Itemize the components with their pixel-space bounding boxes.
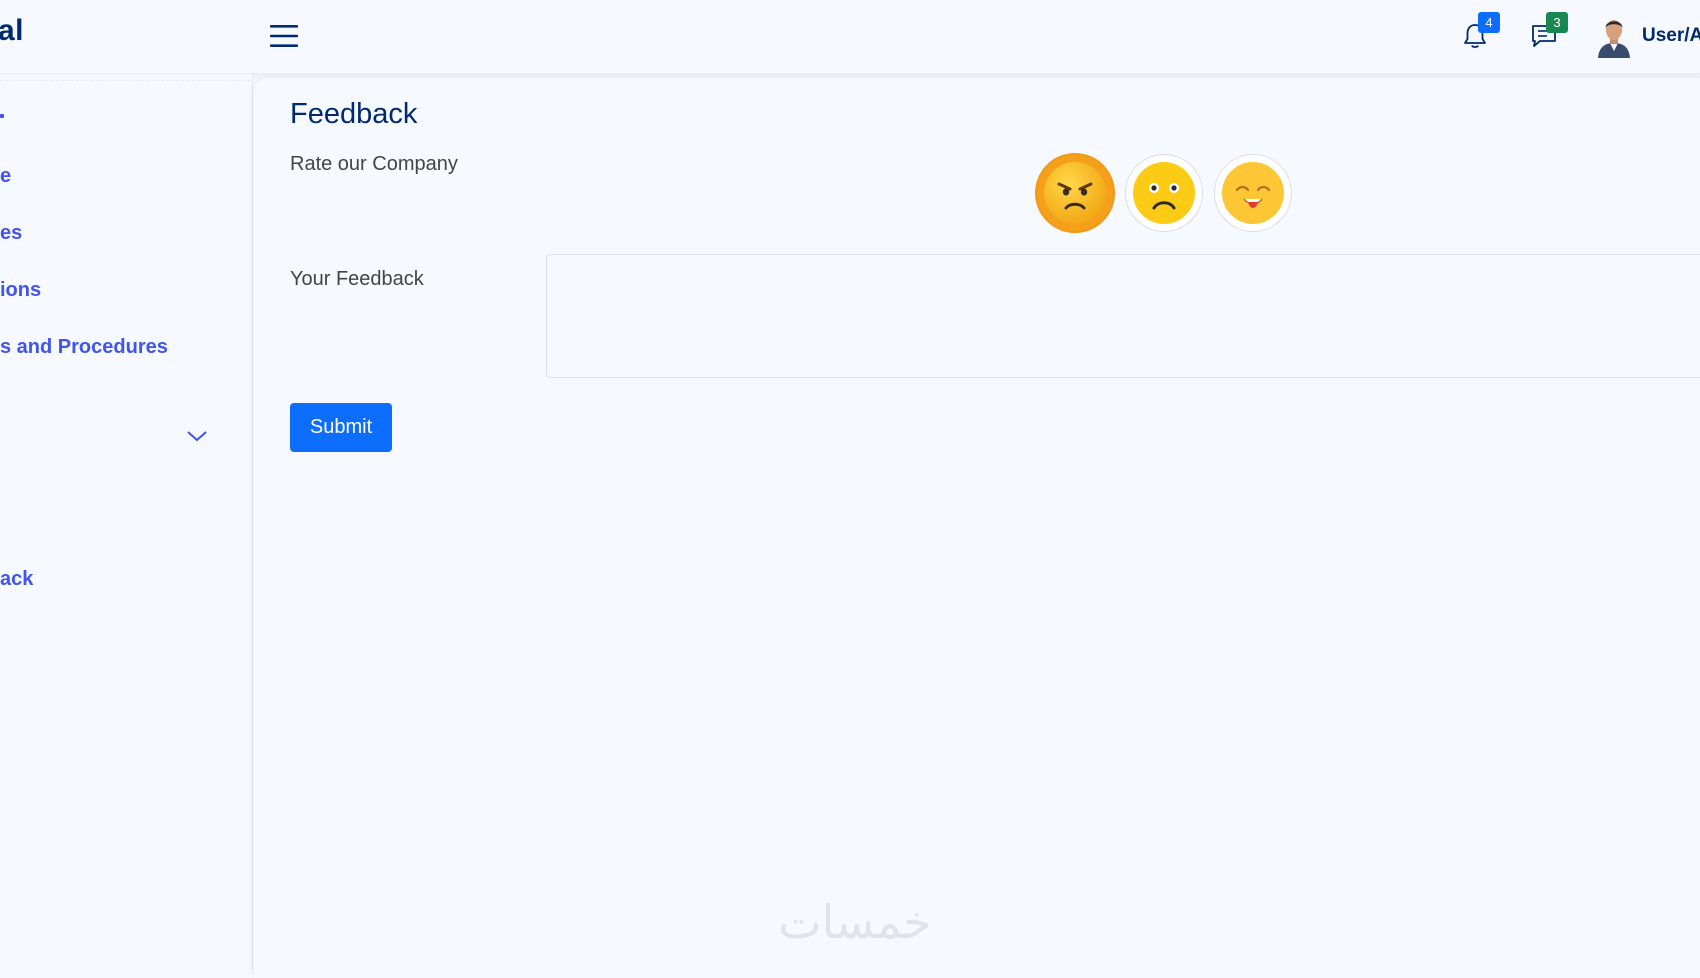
- happy-face-icon: [1222, 162, 1284, 224]
- menu-icon: [270, 25, 298, 47]
- top-header: al 4 3 User/A: [0, 0, 1700, 74]
- sidebar-item-policies[interactable]: s and Procedures: [0, 336, 168, 359]
- submit-button[interactable]: Submit: [290, 403, 392, 452]
- messages-badge: 3: [1546, 12, 1568, 33]
- feedback-textarea[interactable]: [546, 254, 1700, 378]
- angry-face-icon: [1044, 162, 1106, 224]
- sidebar-item-2[interactable]: es: [0, 222, 22, 245]
- sad-face-icon: [1133, 162, 1195, 224]
- main-content: Feedback Rate our Company Your Feedback …: [254, 78, 1700, 978]
- page-title: Feedback: [290, 98, 418, 130]
- rating-angry-button[interactable]: [1035, 153, 1115, 233]
- profile-name: User/A: [1642, 25, 1700, 46]
- rate-label: Rate our Company: [290, 153, 458, 175]
- rating-happy-button[interactable]: [1214, 154, 1292, 232]
- sidebar-item-feedback[interactable]: ack: [0, 568, 33, 591]
- avatar: [1598, 20, 1630, 58]
- notifications-button[interactable]: 4: [1458, 12, 1500, 52]
- notifications-badge: 4: [1478, 12, 1500, 33]
- sidebar: e es ions s and Procedures ack: [0, 74, 253, 970]
- feedback-label: Your Feedback: [290, 268, 424, 290]
- sidebar-item-3[interactable]: ions: [0, 279, 41, 302]
- messages-button[interactable]: 3: [1526, 12, 1568, 52]
- logo[interactable]: al: [0, 14, 24, 48]
- sidebar-item-fragment[interactable]: [0, 114, 4, 118]
- rating-sad-button[interactable]: [1125, 154, 1203, 232]
- watermark: خمسات: [778, 895, 932, 949]
- sidebar-toggle-button[interactable]: [268, 22, 300, 50]
- chevron-down-icon[interactable]: [186, 429, 208, 443]
- sidebar-item-1[interactable]: e: [0, 165, 11, 188]
